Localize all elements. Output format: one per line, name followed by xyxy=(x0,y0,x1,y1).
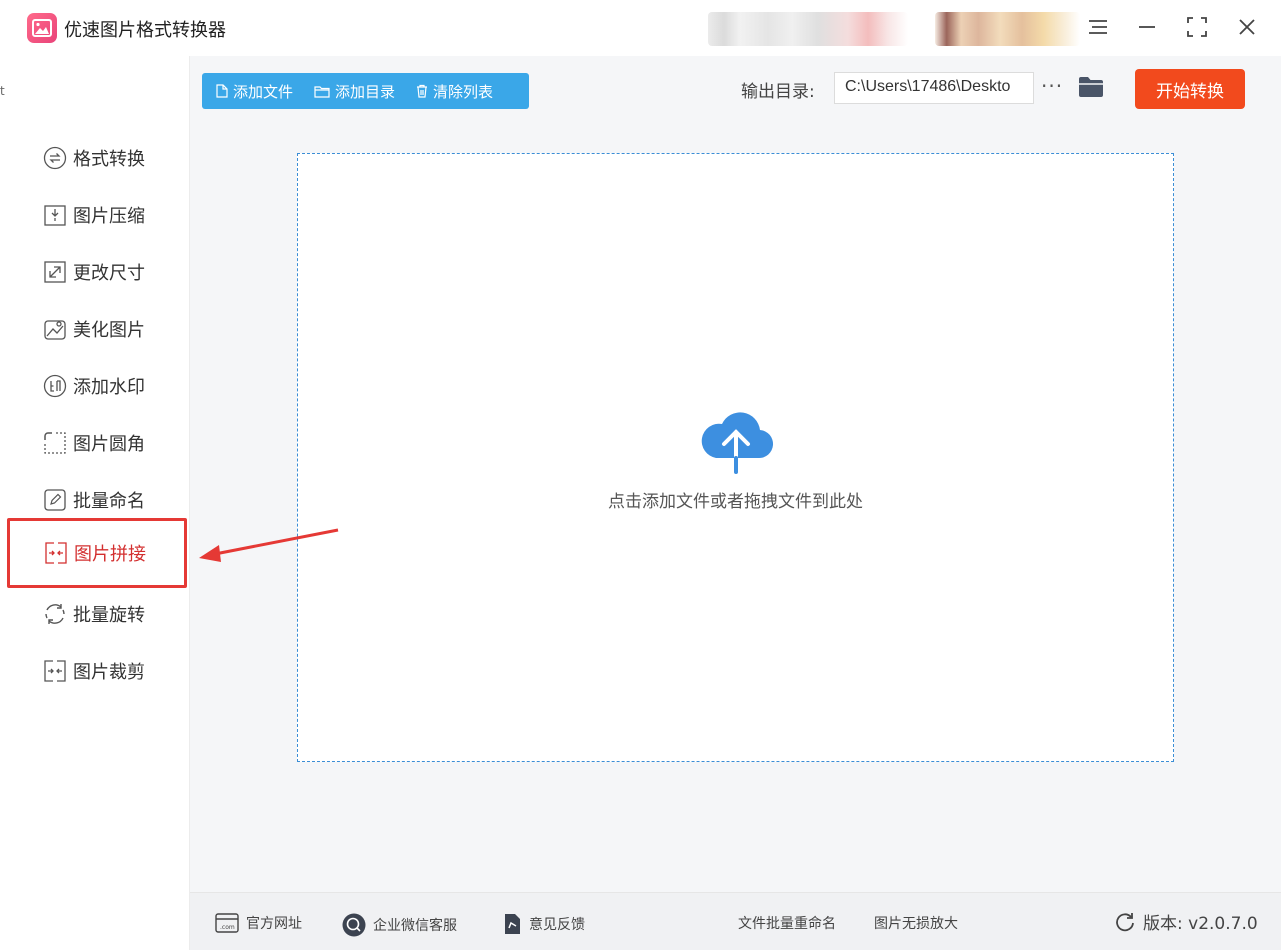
wechat-service-link[interactable]: 企业微信客服 xyxy=(342,913,457,937)
version-label: 版本: v2.0.7.0 xyxy=(1143,914,1258,934)
sidebar-item-label: 更改尺寸 xyxy=(73,263,145,284)
sidebar-item-batch-rotate[interactable]: 批量旋转 xyxy=(8,590,186,638)
sidebar-item-label: 图片圆角 xyxy=(73,434,145,455)
trash-icon xyxy=(416,84,428,98)
version-info[interactable]: 版本: v2.0.7.0 xyxy=(1115,909,1258,934)
sidebar-item-resize[interactable]: 更改尺寸 xyxy=(8,248,186,296)
sidebar-item-label: 图片裁剪 xyxy=(73,662,145,683)
sidebar-item-round-corner[interactable]: 图片圆角 xyxy=(8,419,186,467)
file-icon xyxy=(216,84,228,98)
batch-rename-link[interactable]: 文件批量重命名 xyxy=(738,913,836,933)
sidebar-item-label: 批量命名 xyxy=(73,491,145,512)
start-convert-button[interactable]: 开始转换 xyxy=(1135,69,1245,109)
sidebar-item-beautify[interactable]: 美化图片 xyxy=(8,305,186,353)
cloud-upload-icon xyxy=(698,410,774,480)
compress-icon xyxy=(42,202,68,228)
close-icon[interactable] xyxy=(1229,10,1265,44)
round-corner-icon xyxy=(42,430,68,456)
add-file-label: 添加文件 xyxy=(233,82,294,101)
app-logo-icon xyxy=(27,13,57,43)
drop-hint-text: 点击添加文件或者拖拽文件到此处 xyxy=(608,492,863,512)
clear-list-button[interactable]: 清除列表 xyxy=(416,81,493,102)
edge-fragment: t xyxy=(0,84,5,98)
sidebar-item-label: 美化图片 xyxy=(73,320,145,341)
website-icon: .com xyxy=(215,913,239,933)
sidebar-item-batch-rename[interactable]: 批量命名 xyxy=(8,476,186,524)
convert-icon xyxy=(42,145,68,171)
sidebar-item-format-convert[interactable]: 格式转换 xyxy=(8,134,186,182)
feedback-label: 意见反馈 xyxy=(529,917,585,933)
wechat-label: 企业微信客服 xyxy=(373,918,457,934)
website-label: 官方网址 xyxy=(246,916,302,932)
wechat-icon xyxy=(342,913,366,937)
sidebar-item-label: 批量旋转 xyxy=(73,605,145,626)
folder-icon[interactable] xyxy=(1078,76,1104,102)
feedback-icon xyxy=(502,913,522,935)
watermark-icon xyxy=(42,373,68,399)
sidebar-item-label: 格式转换 xyxy=(73,149,145,170)
stitch-icon xyxy=(43,540,69,566)
clear-list-label: 清除列表 xyxy=(433,82,494,101)
blurred-account-info xyxy=(708,12,908,46)
sidebar-item-crop[interactable]: 图片裁剪 xyxy=(8,647,186,695)
sidebar-item-stitch[interactable]: 图片拼接 xyxy=(7,518,187,588)
rotate-icon xyxy=(42,601,68,627)
blurred-user-avatar xyxy=(935,12,1080,46)
official-website-link[interactable]: .com 官方网址 xyxy=(215,913,302,933)
file-toolbar: 添加文件 添加目录 清除列表 xyxy=(202,73,529,109)
add-folder-label: 添加目录 xyxy=(335,82,396,101)
beautify-icon xyxy=(42,316,68,342)
more-options-button[interactable]: ··· xyxy=(1041,74,1063,98)
lossless-upscale-link[interactable]: 图片无损放大 xyxy=(874,913,958,933)
resize-icon xyxy=(42,259,68,285)
sidebar-item-watermark[interactable]: 添加水印 xyxy=(8,362,186,410)
refresh-icon xyxy=(1115,912,1135,932)
folder-outline-icon xyxy=(314,85,330,98)
add-folder-button[interactable]: 添加目录 xyxy=(314,81,395,102)
hamburger-icon[interactable] xyxy=(1080,10,1116,44)
sidebar-item-label: 图片拼接 xyxy=(74,544,146,565)
sidebar-item-label: 图片压缩 xyxy=(73,206,145,227)
sidebar-item-compress[interactable]: 图片压缩 xyxy=(8,191,186,239)
feedback-link[interactable]: 意见反馈 xyxy=(502,913,585,935)
sidebar-item-label: 添加水印 xyxy=(73,377,145,398)
rename-icon xyxy=(42,487,68,513)
minimize-icon[interactable] xyxy=(1129,10,1165,44)
main-panel: 添加文件 添加目录 清除列表 输出目录: C:\Users\17486\Desk… xyxy=(190,56,1281,950)
title-bar: 优速图片格式转换器 xyxy=(0,0,1281,56)
file-drop-zone[interactable]: 点击添加文件或者拖拽文件到此处 xyxy=(297,153,1174,762)
app-title: 优速图片格式转换器 xyxy=(64,20,226,41)
maximize-icon[interactable] xyxy=(1179,10,1215,44)
output-dir-input[interactable]: C:\Users\17486\Deskto xyxy=(834,72,1034,104)
sidebar: t 格式转换 图片压缩 更改尺寸 美化图片 添加水印 图片圆角 批量命名 图片拼… xyxy=(0,56,190,950)
footer-bar: .com 官方网址 企业微信客服 意见反馈 文件批量重命名 图片无损放大 版本:… xyxy=(190,892,1281,950)
output-dir-label: 输出目录: xyxy=(741,82,815,102)
annotation-arrow-icon xyxy=(195,528,340,570)
crop-icon xyxy=(42,658,68,684)
svg-text:.com: .com xyxy=(220,924,235,931)
add-file-button[interactable]: 添加文件 xyxy=(216,81,293,102)
